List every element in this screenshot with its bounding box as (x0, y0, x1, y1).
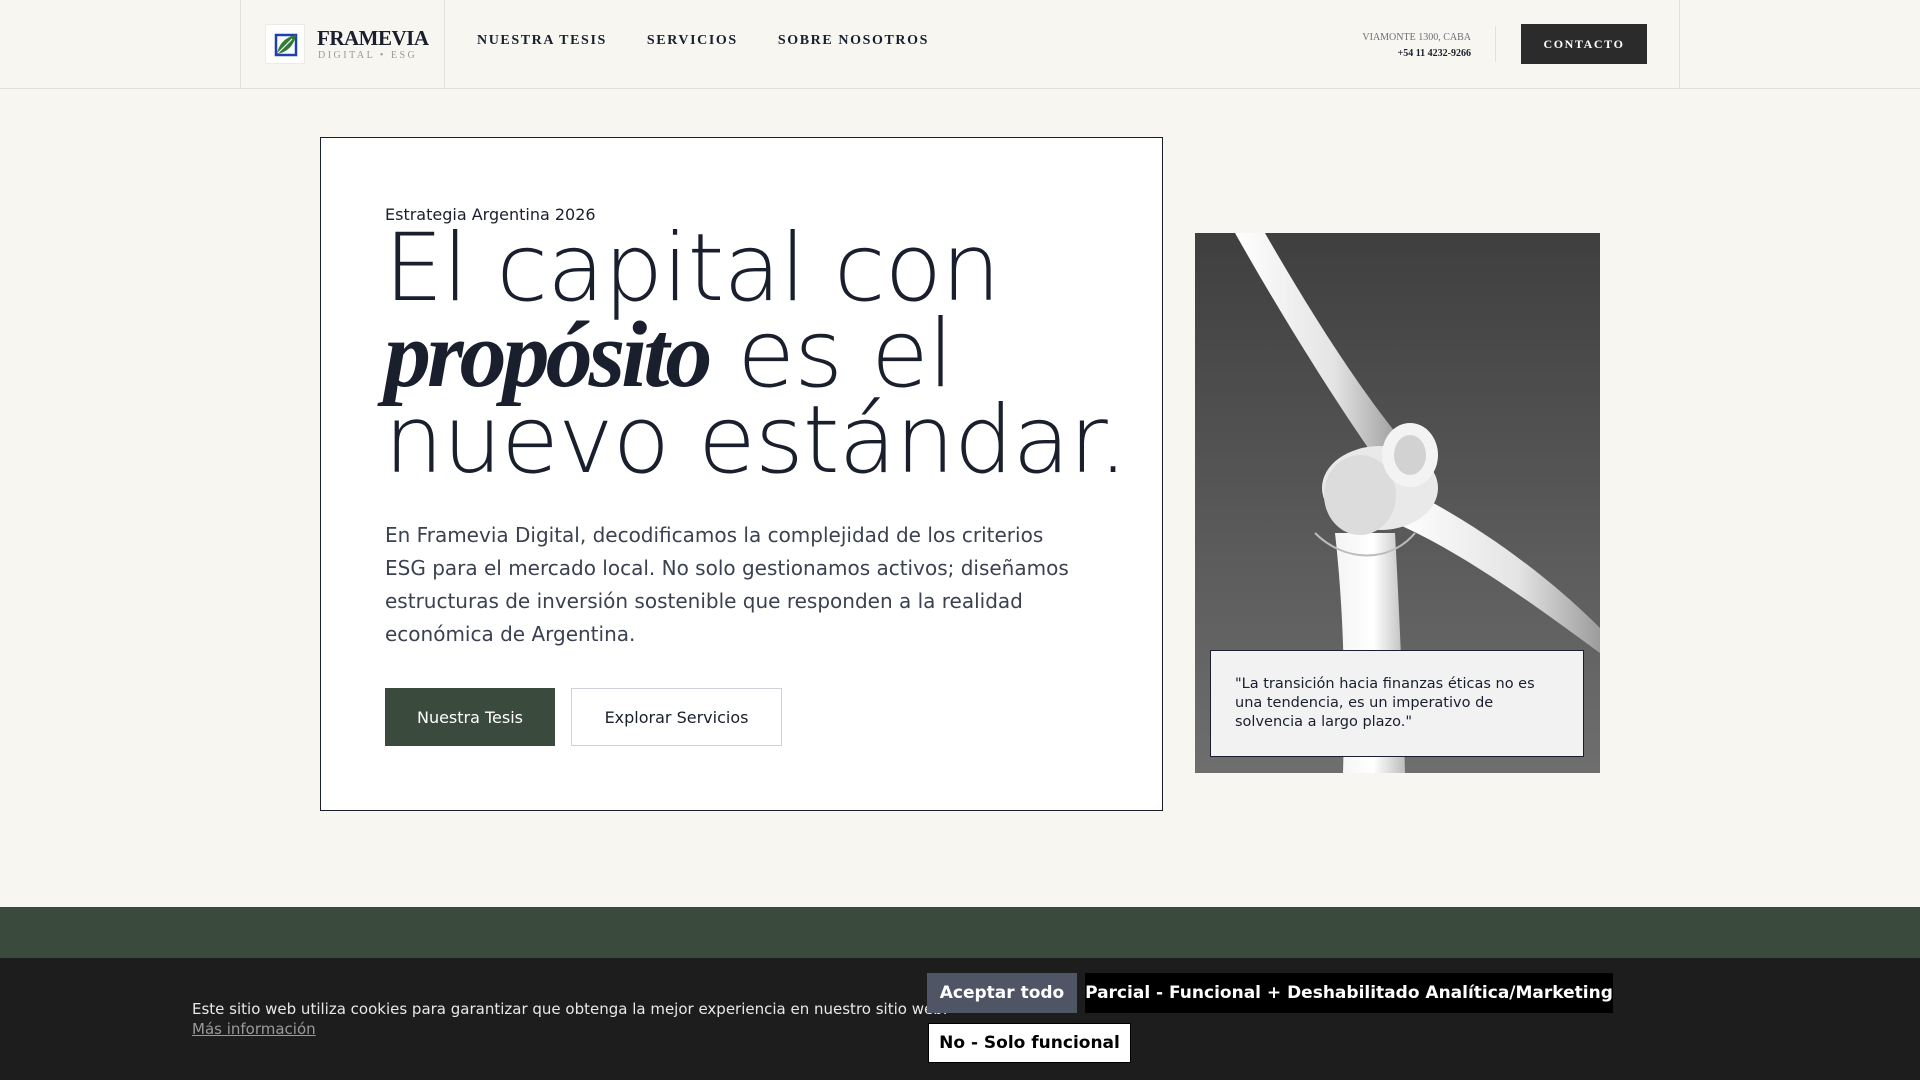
headline-line-3: nuevo estándar. (384, 386, 1128, 495)
cookie-message: Este sitio web utiliza cookies para gara… (192, 1000, 948, 1018)
address-text: VIAMONTE 1300, CABA (1362, 32, 1471, 43)
main-nav: NUESTRA TESIS SERVICIOS SOBRE NOSOTROS (477, 33, 929, 49)
phone-number: +54 11 4232-9266 (1397, 48, 1471, 59)
functional-only-cookies-button[interactable]: No - Solo funcional (928, 1023, 1131, 1063)
nav-item-sobre-nosotros[interactable]: SOBRE NOSOTROS (778, 33, 929, 49)
logo[interactable]: FRAMEVIA DIGITAL • ESG (241, 0, 445, 88)
accept-all-cookies-button[interactable]: Aceptar todo (927, 973, 1077, 1013)
hero-headline: El capital con propósito es el nuevo est… (384, 222, 1128, 488)
hero-card: Estrategia Argentina 2026 El capital con… (320, 137, 1163, 811)
nav-item-servicios[interactable]: SERVICIOS (647, 33, 738, 49)
hero-lead: En Framevia Digital, decodificamos la co… (385, 523, 1069, 646)
explorar-servicios-button[interactable]: Explorar Servicios (571, 688, 782, 746)
nav-item-nuestra-tesis[interactable]: NUESTRA TESIS (477, 33, 607, 49)
brand-name: FRAMEVIA (317, 26, 429, 50)
header-divider (1495, 26, 1496, 62)
partial-cookies-button[interactable]: Parcial - Funcional + Deshabilitado Anal… (1085, 973, 1613, 1013)
wind-turbine-image: "La transición hacia finanzas éticas no … (1195, 233, 1600, 773)
contact-button[interactable]: CONTACTO (1521, 24, 1647, 64)
contact-info: VIAMONTE 1300, CABA +54 11 4232-9266 (1362, 30, 1471, 62)
quote-card: "La transición hacia finanzas éticas no … (1210, 650, 1584, 757)
header-container: FRAMEVIA DIGITAL • ESG NUESTRA TESIS SER… (240, 0, 1680, 88)
leaf-logo-icon (265, 24, 305, 64)
nuestra-tesis-button[interactable]: Nuestra Tesis (385, 688, 555, 746)
cookie-more-info-link[interactable]: Más información (192, 1020, 316, 1038)
site-header: FRAMEVIA DIGITAL • ESG NUESTRA TESIS SER… (0, 0, 1920, 89)
brand-tagline: DIGITAL • ESG (318, 50, 418, 61)
